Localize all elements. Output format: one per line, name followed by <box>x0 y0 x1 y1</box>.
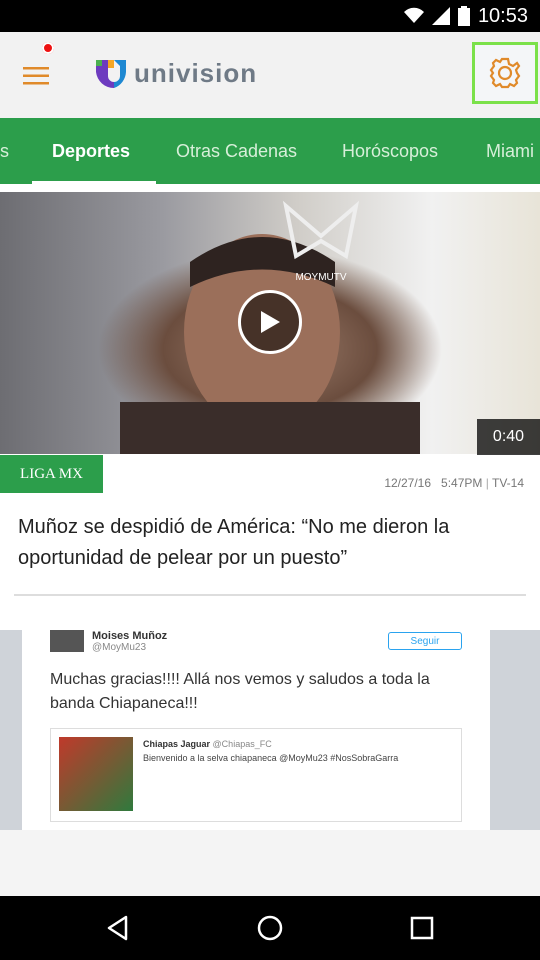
quoted-author: Chiapas Jaguar <box>143 739 211 749</box>
recents-button[interactable] <box>406 912 438 944</box>
category-tabs: s Deportes Otras Cadenas Horóscopos Miam… <box>0 118 540 184</box>
settings-button[interactable] <box>472 42 538 104</box>
article-meta: 12/27/16 5:47PM | TV-14 <box>384 476 524 490</box>
notification-dot <box>42 42 54 54</box>
tab-deportes[interactable]: Deportes <box>52 118 130 184</box>
tweet-avatar <box>50 630 84 652</box>
battery-icon <box>457 6 470 26</box>
app-header: univision <box>0 32 540 118</box>
signal-icon <box>431 7 450 25</box>
article-time: 5:47PM <box>441 476 483 490</box>
tab-previous[interactable]: s <box>0 118 9 184</box>
tab-miami[interactable]: Miami <box>486 118 534 184</box>
divider <box>14 594 526 596</box>
svg-text:MOYMUTV: MOYMUTV <box>295 272 346 283</box>
back-icon <box>107 915 128 941</box>
tab-otras-cadenas[interactable]: Otras Cadenas <box>176 118 297 184</box>
article-date: 12/27/16 <box>384 476 432 490</box>
brand-name: univision <box>134 57 258 88</box>
quoted-tweet: Chiapas Jaguar @Chiapas_FC Bienvenido a … <box>50 728 462 822</box>
article-image[interactable]: Moises Muñoz @MoyMu23 Seguir Muchas grac… <box>0 630 540 830</box>
follow-button: Seguir <box>388 632 462 650</box>
play-icon <box>261 311 280 333</box>
system-nav-bar <box>0 896 540 960</box>
wifi-icon <box>403 7 424 23</box>
tweet-text: Muchas gracias!!!! Allá nos vemos y salu… <box>50 671 430 712</box>
tab-horoscopos[interactable]: Horóscopos <box>342 118 438 184</box>
quoted-tweet-image <box>59 737 133 811</box>
play-button[interactable] <box>238 290 302 354</box>
content-spacer <box>0 830 540 896</box>
clock: 10:53 <box>477 4 528 27</box>
follow-label: Seguir <box>410 635 440 647</box>
tweet-handle: @MoyMu23 <box>92 642 147 653</box>
recents-icon <box>410 916 434 940</box>
article-title[interactable]: Muñoz se despidió de América: “No me die… <box>18 512 524 574</box>
quoted-text: Bienvenido a la selva chiapaneca @MoyMu2… <box>143 753 399 763</box>
moymutv-watermark: MOYMUTV <box>282 200 360 283</box>
menu-button[interactable] <box>18 58 54 94</box>
active-tab-indicator <box>32 181 156 184</box>
back-button[interactable] <box>102 912 134 944</box>
video-duration: 0:40 <box>477 419 540 455</box>
hamburger-menu-icon <box>23 67 49 85</box>
quoted-handle: @Chiapas_FC <box>212 739 272 749</box>
tweet-embed: Moises Muñoz @MoyMu23 Seguir Muchas grac… <box>22 630 490 830</box>
univision-logo-icon <box>96 60 126 89</box>
article-rating: TV-14 <box>491 476 524 490</box>
home-icon <box>257 915 283 941</box>
home-button[interactable] <box>254 912 286 944</box>
category-tag[interactable]: LIGA MX <box>0 455 103 493</box>
gear-icon <box>489 57 521 89</box>
univision-logo[interactable]: univision <box>94 56 257 90</box>
tweet-author: Moises Muñoz <box>92 630 168 642</box>
status-bar: 10:53 <box>0 0 540 32</box>
